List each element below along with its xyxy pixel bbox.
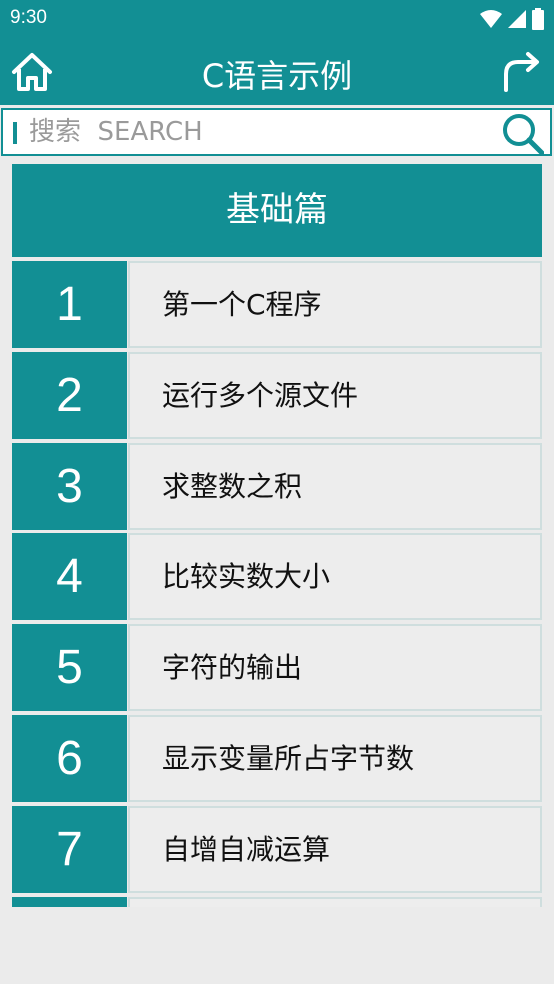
item-label <box>128 897 542 907</box>
item-label: 自增自减运算 <box>128 806 542 893</box>
item-number: 3 <box>12 443 127 530</box>
status-bar: 9:30 <box>0 0 554 38</box>
redo-icon <box>504 52 539 92</box>
item-label: 显示变量所占字节数 <box>128 715 542 802</box>
list-item[interactable]: 5 字符的输出 <box>12 624 542 711</box>
status-icons <box>480 8 544 30</box>
status-time: 9:30 <box>10 7 47 28</box>
section-header: 基础篇 <box>12 164 542 257</box>
example-list: 1 第一个C程序 2 运行多个源文件 3 求整数之积 4 比较实数大小 5 字符… <box>12 261 542 907</box>
item-label: 第一个C程序 <box>128 261 542 348</box>
list-item[interactable]: 2 运行多个源文件 <box>12 352 542 439</box>
list-item[interactable]: 3 求整数之积 <box>12 443 542 530</box>
redo-button[interactable] <box>500 50 544 94</box>
list-item[interactable]: 4 比较实数大小 <box>12 533 542 620</box>
search-icon <box>503 114 545 156</box>
battery-icon <box>532 8 544 30</box>
search-button[interactable] <box>500 111 545 156</box>
item-number <box>12 897 127 907</box>
item-label: 求整数之积 <box>128 443 542 530</box>
list-item[interactable] <box>12 897 542 907</box>
list-item[interactable]: 1 第一个C程序 <box>12 261 542 348</box>
item-number: 1 <box>12 261 127 348</box>
app-bar: C语言示例 <box>0 38 554 105</box>
item-number: 6 <box>12 715 127 802</box>
wifi-icon <box>480 10 502 28</box>
list-item[interactable]: 7 自增自减运算 <box>12 806 542 893</box>
search-bar <box>1 108 552 156</box>
item-label: 比较实数大小 <box>128 533 542 620</box>
item-number: 4 <box>12 533 127 620</box>
search-input[interactable] <box>29 110 489 154</box>
page-title: C语言示例 <box>201 57 353 95</box>
signal-icon <box>508 10 526 28</box>
item-number: 7 <box>12 806 127 893</box>
item-number: 2 <box>12 352 127 439</box>
item-label: 字符的输出 <box>128 624 542 711</box>
search-cursor <box>13 122 17 144</box>
item-label: 运行多个源文件 <box>128 352 542 439</box>
item-number: 5 <box>12 624 127 711</box>
list-item[interactable]: 6 显示变量所占字节数 <box>12 715 542 802</box>
